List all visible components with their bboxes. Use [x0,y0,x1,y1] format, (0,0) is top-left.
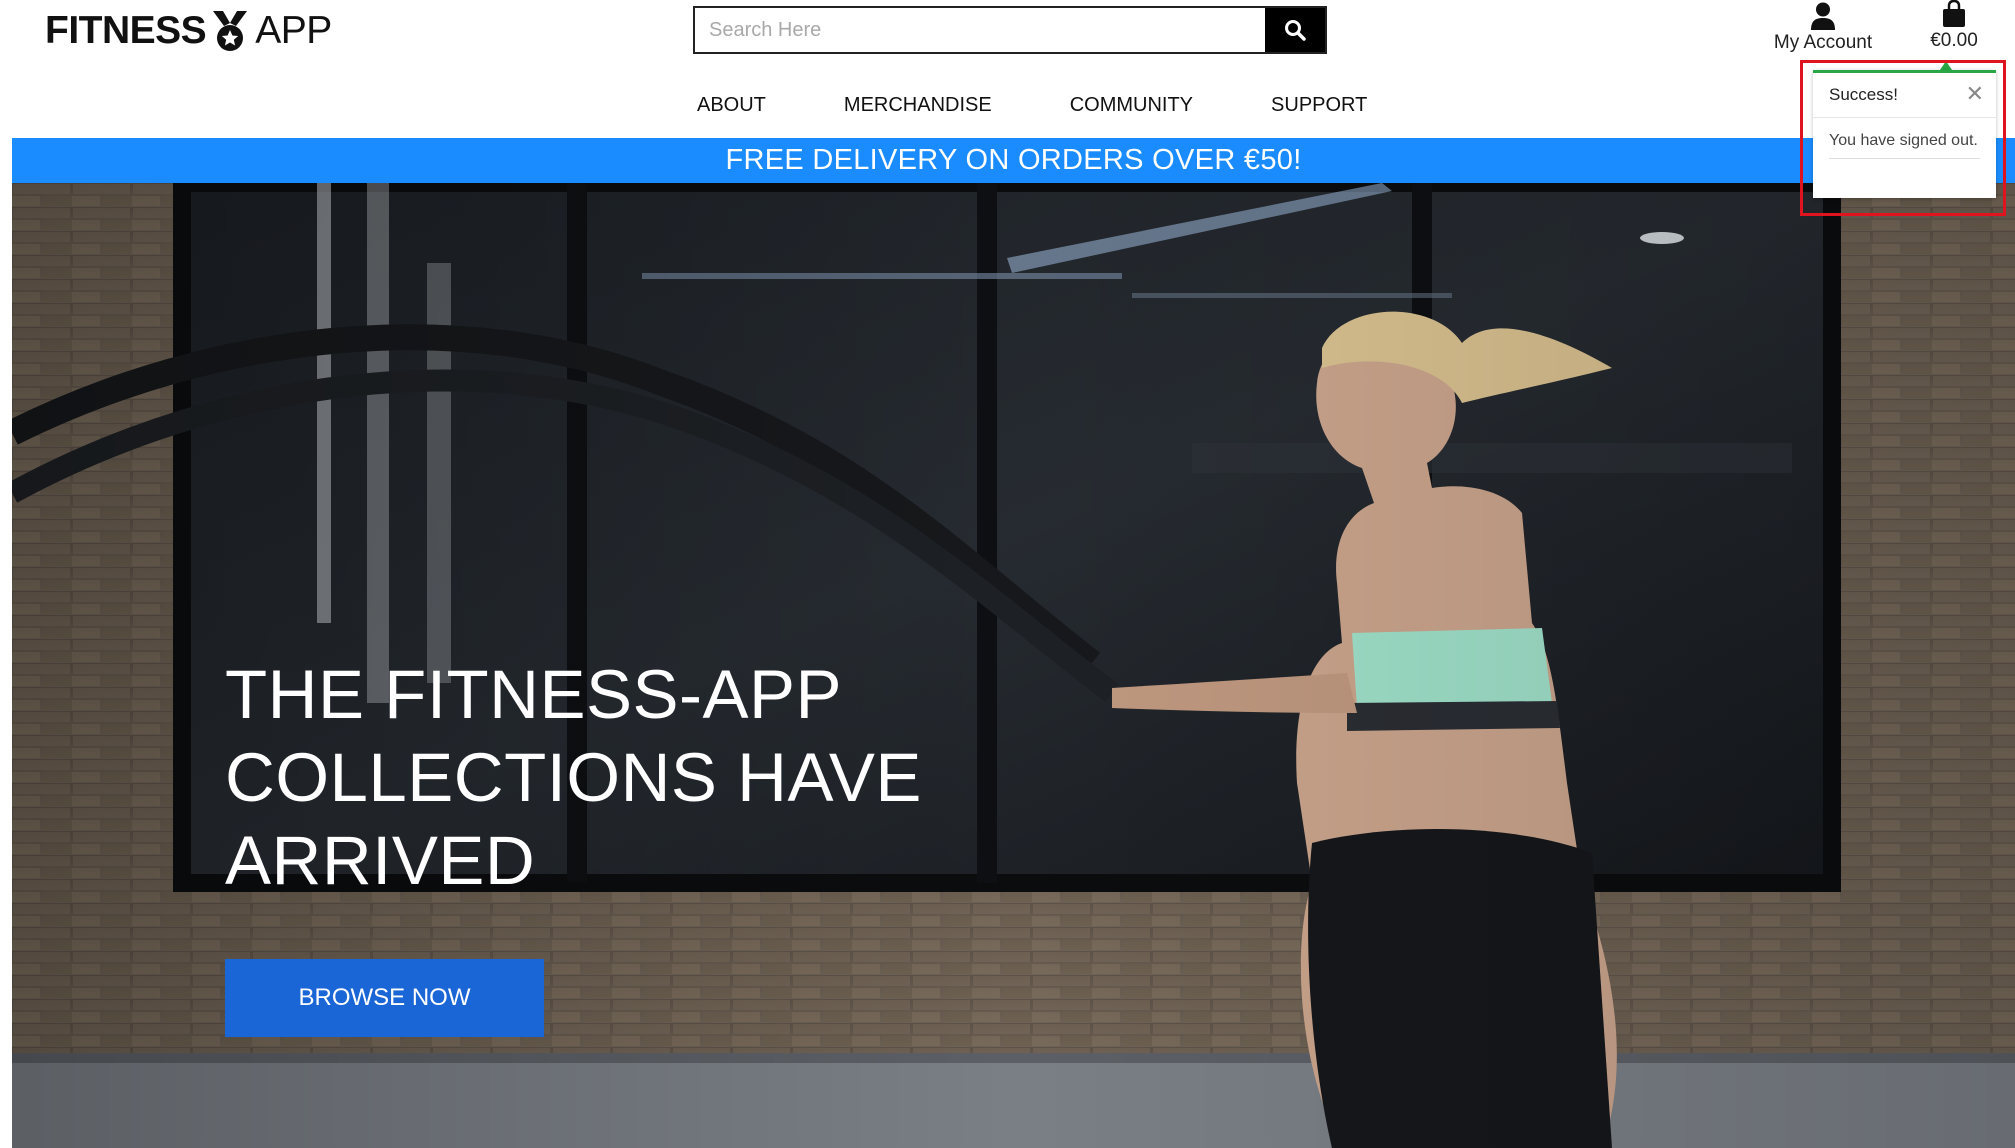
delivery-banner-text: FREE DELIVERY ON ORDERS OVER €50! [725,144,1302,176]
search-input[interactable] [695,8,1265,52]
main-nav: ABOUT MERCHANDISE COMMUNITY SUPPORT [658,88,1367,122]
nav-about[interactable]: ABOUT [697,94,766,117]
delivery-banner: FREE DELIVERY ON ORDERS OVER €50! [12,138,2015,183]
nav-community[interactable]: COMMUNITY [1070,94,1193,117]
hero-title: THE FITNESS-APP COLLECTIONS HAVE ARRIVED [225,656,922,899]
user-icon [1811,2,1835,30]
browse-now-button[interactable]: BROWSE NOW [225,959,544,1037]
close-icon[interactable]: ✕ [1966,84,1984,106]
hero-section: THE FITNESS-APP COLLECTIONS HAVE ARRIVED… [12,183,2015,1148]
toast-body: You have signed out. [1813,118,1996,159]
toast-header: Success! ✕ [1813,73,1996,118]
logo-word-app: APP [255,9,332,52]
success-toast: Success! ✕ You have signed out. [1813,70,1996,198]
shopping-bag-icon [1943,0,1965,27]
shopping-bag-link[interactable]: €0.00 [1918,0,1990,56]
toast-arrow [1940,61,1952,70]
logo-word-fitness: FITNESS [45,9,207,52]
my-account-link[interactable]: My Account [1768,2,1878,58]
search-icon [1285,20,1306,41]
nav-support[interactable]: SUPPORT [1271,94,1367,117]
toast-message: You have signed out. [1829,132,1980,159]
search-bar [693,6,1327,54]
medal-icon [213,11,248,51]
nav-merchandise[interactable]: MERCHANDISE [844,94,992,117]
toast-title: Success! [1829,85,1898,104]
bag-total: €0.00 [1930,30,1978,51]
search-button[interactable] [1265,8,1325,52]
my-account-label: My Account [1773,32,1873,53]
site-logo[interactable]: FITNESS APP [45,8,332,54]
